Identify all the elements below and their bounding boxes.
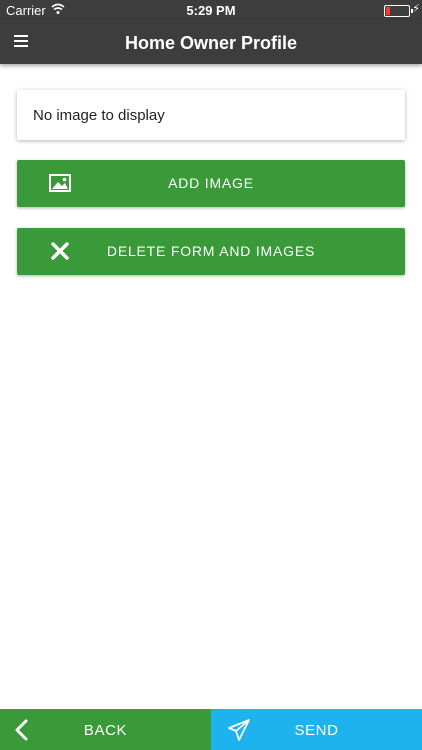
battery-icon [384, 5, 413, 17]
send-button[interactable]: SEND [211, 709, 422, 750]
status-bar: Carrier 5:29 PM ⚡ [0, 0, 422, 20]
nav-bar: Home Owner Profile [0, 20, 422, 64]
page-title: Home Owner Profile [124, 33, 298, 53]
send-label: SEND [294, 722, 339, 739]
charging-icon: ⚡ [412, 3, 420, 15]
add-image-button[interactable]: ADD IMAGE [17, 160, 405, 207]
delete-form-and-images-label: DELETE FORM AND IMAGES [106, 243, 316, 259]
delete-form-and-images-button[interactable]: DELETE FORM AND IMAGES [17, 228, 405, 275]
bottom-action-bar: BACK SEND [0, 709, 422, 750]
back-label: BACK [83, 722, 128, 739]
add-image-label: ADD IMAGE [168, 175, 254, 191]
empty-state-message: No image to display [33, 107, 165, 124]
image-preview-card: No image to display [17, 90, 405, 140]
back-button[interactable]: BACK [0, 709, 211, 750]
clock: 5:29 PM [186, 3, 236, 18]
